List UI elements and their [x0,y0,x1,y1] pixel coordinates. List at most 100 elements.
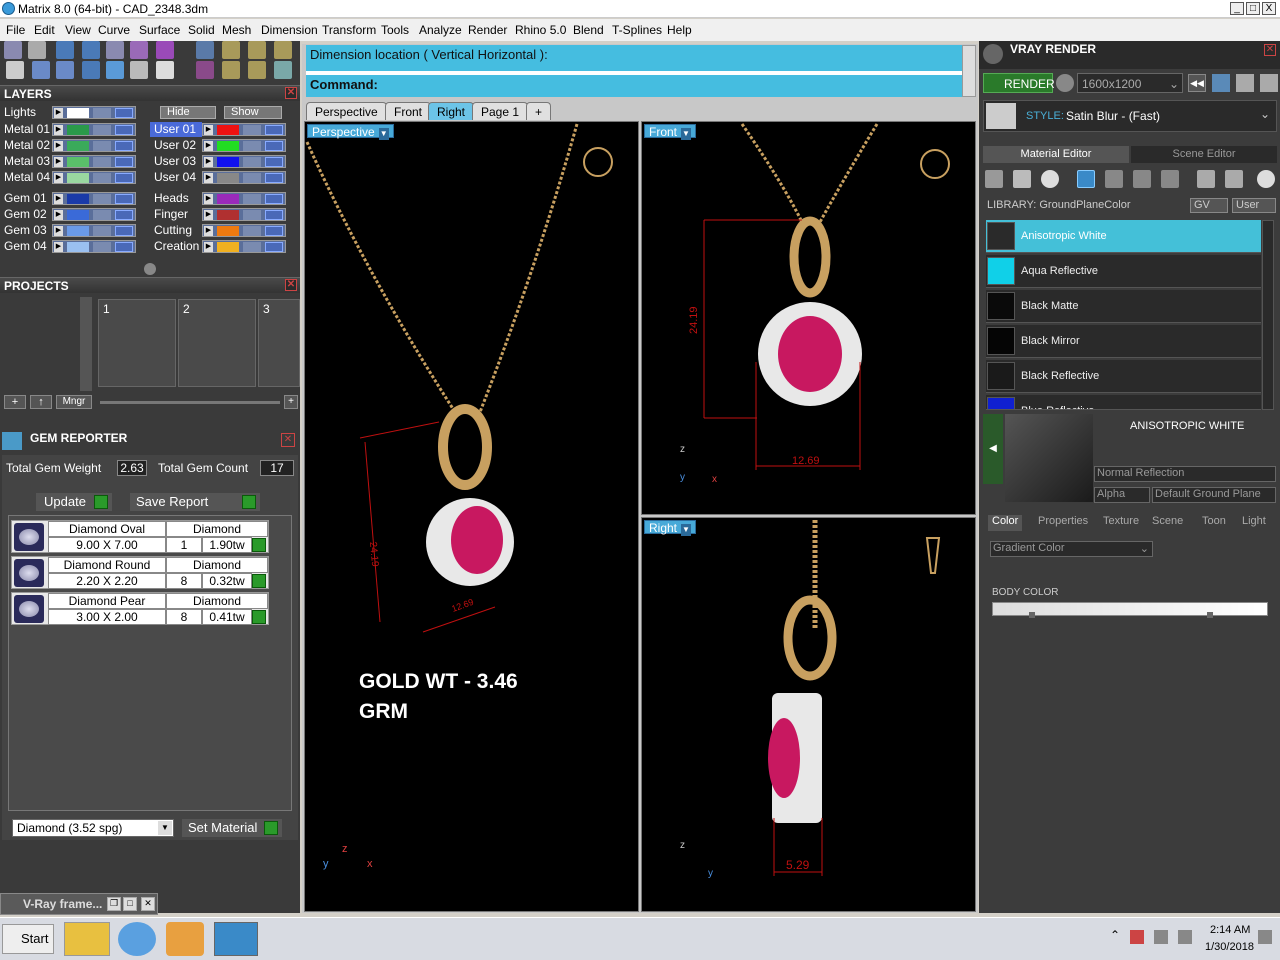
tool-icon[interactable] [4,41,22,59]
layer-controls[interactable]: ▶ [52,224,136,237]
layer-controls[interactable]: ▶ [52,240,136,253]
gem-go-button[interactable] [252,610,266,624]
menu-help[interactable]: Help [667,23,692,37]
material-item[interactable]: Anisotropic White [986,220,1261,253]
menu-file[interactable]: File [6,23,25,37]
menu-tools[interactable]: Tools [381,23,409,37]
tab-material-editor[interactable]: Material Editor [983,146,1129,163]
property-tab[interactable]: Color [988,515,1023,531]
restore-icon[interactable]: ❐ [107,897,121,911]
add-tab-button[interactable]: + [526,102,552,120]
projects-close-button[interactable]: ✕ [285,279,297,291]
hide-button[interactable]: Hide [160,106,216,119]
material-item[interactable]: Black Mirror [986,325,1261,358]
maximize-button[interactable]: □ [1246,2,1260,15]
layer-name[interactable]: User 01 [150,122,202,137]
gem-row[interactable]: Diamond Oval Diamond 9.00 X 7.00 1 1.90tw [11,520,269,553]
tool-icon[interactable] [222,61,240,79]
close-icon[interactable]: ✕ [141,897,155,911]
perspective-viewport[interactable]: Perspective ▼ 24.19 12.69 y z x GOLD WT -… [304,121,639,912]
tool-icon[interactable] [82,61,100,79]
gradient-color-select[interactable]: Gradient Color ⌄ [990,541,1153,557]
tab-scene-editor[interactable]: Scene Editor [1131,146,1277,163]
network-icon[interactable] [1154,930,1168,944]
tool-icon[interactable] [222,41,240,59]
layer-controls[interactable]: ▶ [52,123,136,136]
menu-curve[interactable]: Curve [98,23,130,37]
tool-icon[interactable] [248,61,266,79]
menu-edit[interactable]: Edit [34,23,55,37]
tool-icon[interactable] [274,61,292,79]
layer-name[interactable]: Metal 04 [0,170,52,185]
property-tab[interactable]: Properties [1038,515,1088,531]
filter-icon[interactable] [106,61,124,79]
maximize-icon[interactable]: □ [123,897,137,911]
clock-time[interactable]: 2:14 AM [1210,924,1250,936]
sphere-icon[interactable] [1041,170,1059,188]
cube-icon[interactable] [56,61,74,79]
property-tab[interactable]: Texture [1103,515,1139,531]
alpha-toggle[interactable]: Alpha [1094,487,1150,503]
gem-material-select[interactable]: Diamond (3.52 spg) ▼ [12,819,174,837]
command-input[interactable]: Command: [310,77,378,92]
tool-icon[interactable] [106,41,124,59]
show-desktop-icon[interactable] [1258,930,1272,944]
manager-button[interactable]: Mngr [56,395,92,409]
gem-icon[interactable] [1013,170,1031,188]
ring-icon[interactable] [985,170,1003,188]
file-explorer-icon[interactable] [64,922,110,956]
layer-controls[interactable]: ▶ [202,224,286,237]
layer-controls[interactable]: ▶ [52,171,136,184]
gem-row[interactable]: Diamond Round Diamond 2.20 X 2.20 8 0.32tw [11,556,269,589]
layer-name[interactable]: Cutting [150,223,202,238]
layer-controls[interactable]: ▶ [202,208,286,221]
command-scrollbar[interactable] [962,45,976,97]
show-button[interactable]: Show [224,106,282,119]
checker-icon[interactable] [1161,170,1179,188]
tab-perspective[interactable]: Perspective [306,102,387,120]
settings-icon[interactable] [1212,74,1230,92]
pattern-icon[interactable] [1133,170,1151,188]
preview-expand-button[interactable]: ◀ [983,414,1003,484]
layer-controls[interactable]: ▶ [52,139,136,152]
list-icon[interactable] [1236,74,1254,92]
projects-slider[interactable] [100,401,280,404]
interactive-render-icon[interactable] [1056,74,1074,92]
tool-icon[interactable] [156,61,174,79]
tab-right[interactable]: Right [428,102,475,120]
layer-controls[interactable]: ▶ [202,155,286,168]
start-button[interactable]: Start [2,924,54,954]
layer-name[interactable]: User 02 [150,138,202,153]
add-project-button[interactable]: + [4,395,26,409]
menu-render[interactable]: Render [468,23,507,37]
layer-controls[interactable]: ▶ [202,192,286,205]
user-toggle[interactable]: User [1232,198,1276,213]
save-report-button[interactable]: Save Report [130,493,260,511]
body-color-gradient-slider[interactable] [992,602,1268,618]
property-tab[interactable]: Toon [1202,515,1226,531]
tray-expand-icon[interactable]: ⌃ [1110,928,1122,946]
layer-controls[interactable]: ▶ [202,123,286,136]
menu-solid[interactable]: Solid [188,23,215,37]
material-item[interactable]: Black Matte [986,290,1261,323]
layer-controls[interactable]: ▶ [52,208,136,221]
render-button[interactable]: RENDER [983,73,1055,93]
layer-name[interactable]: Creation [150,239,202,254]
menu-transform[interactable]: Transform [322,23,376,37]
layer-name[interactable]: Metal 01 [0,122,52,137]
tool-icon[interactable] [196,41,214,59]
tool-icon[interactable] [32,61,50,79]
project-slot-1[interactable]: 1 [98,299,176,387]
layer-name[interactable]: Gem 04 [0,239,52,254]
select-icon[interactable] [130,61,148,79]
layer-name[interactable]: Finger [150,207,202,222]
effect-icon[interactable] [1225,170,1243,188]
tool-icon[interactable] [248,41,266,59]
layer-controls[interactable]: ▶ [202,171,286,184]
material-item[interactable]: Aqua Reflective [986,255,1261,288]
layer-controls[interactable]: ▶ [202,240,286,253]
reflection-select[interactable]: Normal Reflection [1094,466,1276,482]
close-button[interactable]: X [1262,2,1276,15]
matrix-taskbar-icon[interactable] [214,922,258,956]
media-player-icon[interactable] [166,922,204,956]
